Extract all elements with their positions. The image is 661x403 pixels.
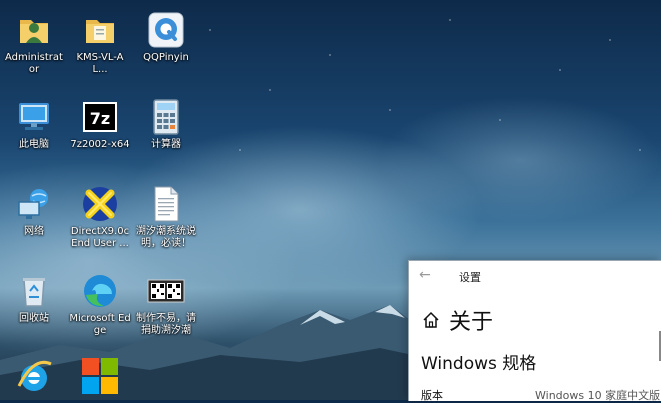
directx-icon — [80, 184, 120, 224]
desktop-icon-internet-explorer[interactable] — [3, 356, 65, 398]
desktop-icon-label: 7z2002-x64 — [70, 139, 130, 150]
internet-explorer-icon — [14, 356, 54, 396]
edge-icon — [80, 271, 120, 311]
desktop-icon-label: QQPinyin — [143, 52, 189, 63]
desktop-icon-label: 计算器 — [151, 139, 181, 150]
desktop-icon-label: Microsoft Edge — [69, 313, 131, 336]
desktop-icon-donate[interactable]: 制作不易，请捐助溯汐潮 — [135, 271, 197, 337]
desktop-icon-7zip[interactable]: 7z 7z2002-x64 — [69, 97, 131, 151]
text-document-icon — [146, 184, 186, 224]
network-icon — [14, 184, 54, 224]
qqpinyin-icon — [146, 10, 186, 50]
page-header: 关于 — [421, 305, 493, 335]
desktop-icon-windows[interactable] — [69, 356, 131, 398]
desktop-icon-network[interactable]: 网络 — [3, 184, 65, 238]
desktop-icon-kms-folder[interactable]: KMS-VL-AL... — [69, 10, 131, 76]
desktop-icon-label: 回收站 — [19, 313, 49, 324]
calculator-icon — [146, 97, 186, 137]
spec-label-edition: 版本 — [421, 389, 443, 402]
desktop-icon-label: DirectX9.0c End User ... — [70, 226, 130, 249]
page-title: 关于 — [449, 310, 494, 335]
desktop-icon-qqpinyin[interactable]: QQPinyin — [135, 10, 197, 64]
settings-titlebar: ← 设置 — [409, 261, 661, 291]
desktop-icon-label: 溯汐潮系统说明，必读！ — [136, 226, 196, 249]
spec-value-edition: Windows 10 家庭中文版 — [535, 389, 661, 402]
desktop-icon-readme[interactable]: 溯汐潮系统说明，必读！ — [135, 184, 197, 250]
desktop-icon-administrator[interactable]: Administrator — [3, 10, 65, 76]
folder-icon — [80, 10, 120, 50]
user-folder-icon — [14, 10, 54, 50]
qr-code-image-icon — [146, 271, 186, 311]
settings-window: ← 设置 关于 Windows 规格 版本 Windows 10 家庭中文版 — [408, 260, 661, 402]
windows-logo-icon — [80, 356, 120, 396]
desktop-icon-edge[interactable]: Microsoft Edge — [69, 271, 131, 337]
desktop-icon-label: Administrator — [5, 52, 63, 75]
desktop-icon-recycle-bin[interactable]: 回收站 — [3, 271, 65, 325]
recycle-bin-icon — [14, 271, 54, 311]
desktop-icon-label: KMS-VL-AL... — [76, 52, 124, 75]
computer-icon — [14, 97, 54, 137]
back-button[interactable]: ← — [419, 267, 439, 285]
window-title: 设置 — [459, 271, 481, 284]
desktop-icon-calculator[interactable]: 计算器 — [135, 97, 197, 151]
svg-text:7z: 7z — [90, 109, 110, 128]
7zip-icon: 7z — [80, 97, 120, 137]
section-title: Windows 规格 — [421, 354, 537, 374]
desktop-icon-label: 此电脑 — [19, 139, 49, 150]
desktop-icon-label: 制作不易，请捐助溯汐潮 — [136, 313, 196, 336]
desktop-icon-label: 网络 — [24, 226, 44, 237]
desktop-icon-computer[interactable]: 此电脑 — [3, 97, 65, 151]
desktop-icon-directx[interactable]: DirectX9.0c End User ... — [69, 184, 131, 250]
home-icon — [423, 311, 439, 328]
